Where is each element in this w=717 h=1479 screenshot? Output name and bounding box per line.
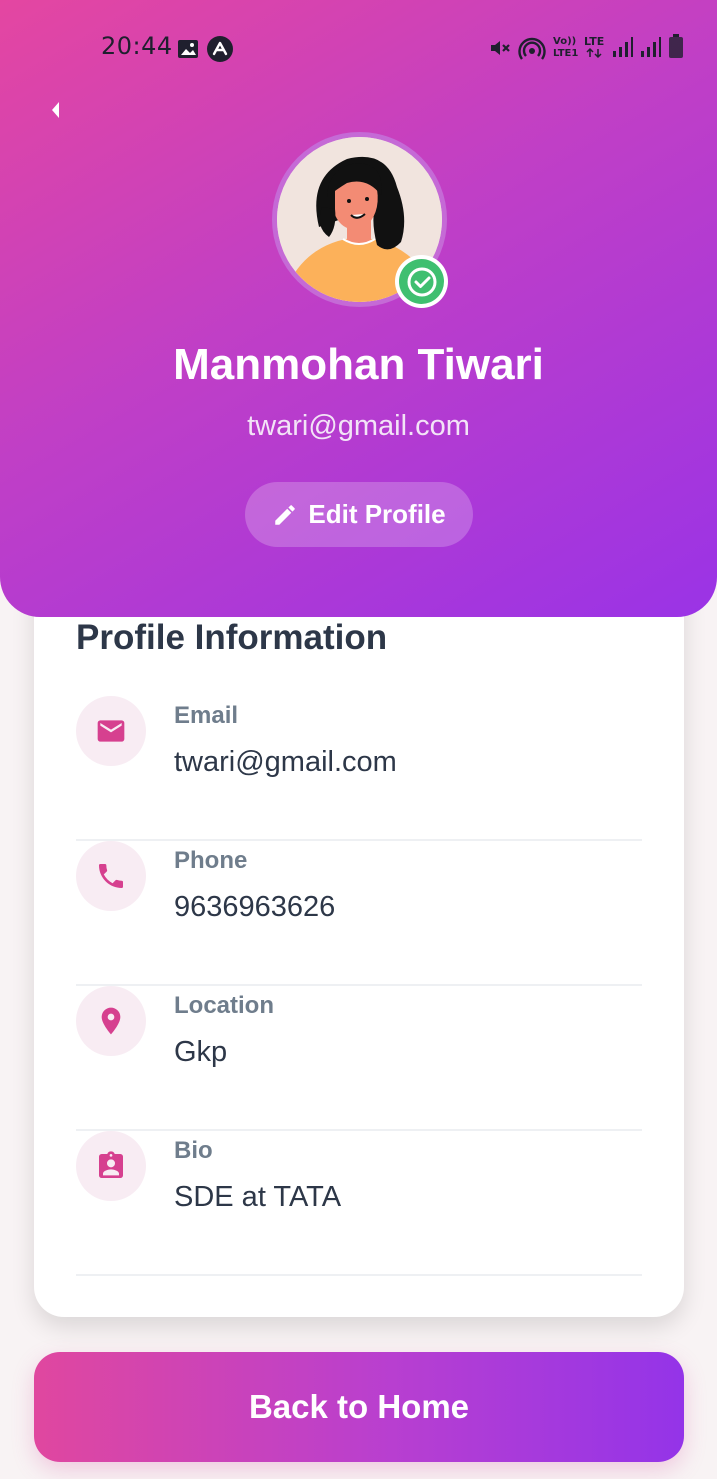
image-icon xyxy=(178,40,198,58)
verified-badge xyxy=(395,255,448,308)
contact-badge-icon xyxy=(76,1131,146,1201)
info-row-bio: Bio SDE at TATA xyxy=(76,1131,642,1276)
info-row-phone: Phone 9636963626 xyxy=(76,841,642,986)
back-to-home-button[interactable]: Back to Home xyxy=(34,1352,684,1462)
info-label: Location xyxy=(174,992,274,1019)
lte-icon: LTE xyxy=(584,35,604,59)
mute-icon xyxy=(491,41,510,55)
edit-profile-button[interactable]: Edit Profile xyxy=(245,482,473,547)
signal-icon xyxy=(613,37,633,57)
svg-text:Vo)): Vo)) xyxy=(553,36,576,47)
profile-info-card: Profile Information Email twari@gmail.co… xyxy=(34,570,684,1317)
signal-icon xyxy=(641,37,661,57)
pencil-icon xyxy=(275,504,296,525)
info-value: 9636963626 xyxy=(174,891,336,923)
card-title: Profile Information xyxy=(76,618,388,657)
check-circle-icon xyxy=(407,267,436,296)
info-value: Gkp xyxy=(174,1036,228,1068)
back-arrow-icon[interactable] xyxy=(44,98,68,122)
info-label: Bio xyxy=(174,1137,213,1164)
status-bar: 20:44 Vo)) LTE1 LTE xyxy=(0,28,717,68)
info-value: SDE at TATA xyxy=(174,1181,342,1213)
info-row-location: Location Gkp xyxy=(76,986,642,1131)
volte-icon: Vo)) LTE1 xyxy=(553,36,578,59)
mail-icon xyxy=(76,696,146,766)
hotspot-icon xyxy=(518,37,546,60)
app-notification-icon xyxy=(207,36,233,62)
info-row-email: Email twari@gmail.com xyxy=(76,696,642,841)
battery-icon xyxy=(669,34,683,58)
edit-profile-label: Edit Profile xyxy=(308,499,446,529)
location-pin-icon xyxy=(76,986,146,1056)
svg-text:LTE: LTE xyxy=(584,35,604,48)
info-value: twari@gmail.com xyxy=(174,746,397,778)
info-label: Phone xyxy=(174,847,248,874)
profile-header: 20:44 Vo)) LTE1 LTE Manmohan Tiwari twar… xyxy=(0,0,717,617)
profile-email: twari@gmail.com xyxy=(247,410,470,442)
status-time: 20:44 xyxy=(101,32,173,60)
info-label: Email xyxy=(174,702,239,729)
svg-text:LTE1: LTE1 xyxy=(553,48,578,59)
phone-icon xyxy=(76,841,146,911)
profile-name: Manmohan Tiwari xyxy=(173,340,544,389)
